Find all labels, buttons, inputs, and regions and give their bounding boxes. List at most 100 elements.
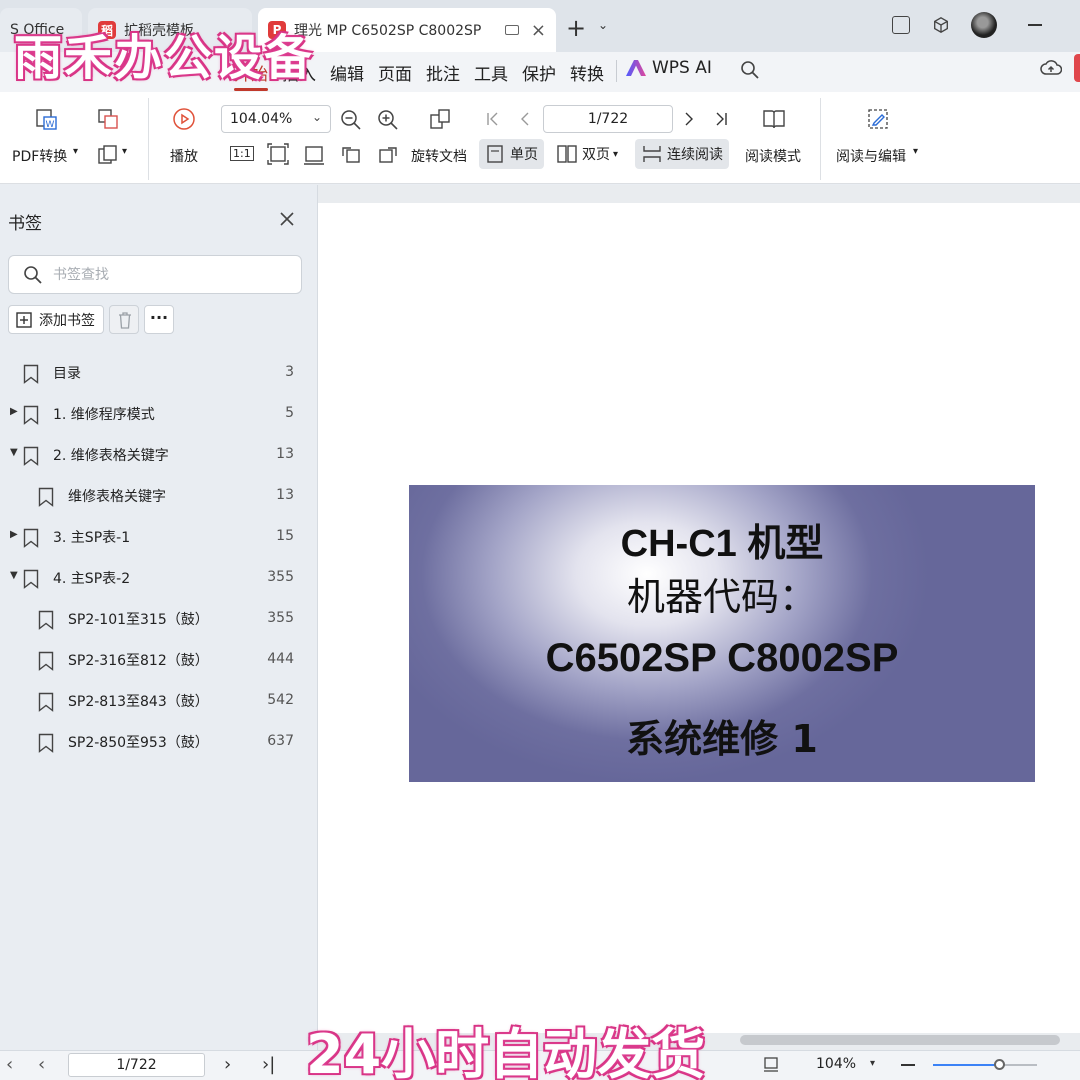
cube-icon[interactable] (932, 16, 950, 34)
bookmark-page-number: 355 (267, 610, 294, 626)
bookmark-label: 2. 维修表格关键字 (53, 448, 169, 464)
toolbar-separator (820, 98, 821, 180)
menu-convert[interactable]: 转换 (570, 60, 604, 85)
prev-page-icon[interactable] (516, 110, 534, 128)
bookmark-item[interactable]: SP2-316至812（鼓） 444 (0, 642, 310, 678)
last-page-icon[interactable] (712, 110, 730, 128)
chevron-down-icon[interactable]: ▾ (913, 146, 918, 157)
first-page-icon[interactable] (484, 110, 502, 128)
status-first-page-button[interactable]: ‹ (6, 1054, 13, 1075)
window-restore-icon[interactable] (892, 16, 910, 34)
page-number-input[interactable]: 1/722 (543, 105, 673, 133)
single-page-button[interactable]: 单页 (479, 139, 544, 169)
caret-right-icon[interactable]: ▶ (10, 529, 18, 540)
bookmark-item[interactable]: SP2-850至953（鼓） 637 (0, 724, 310, 760)
minimize-icon[interactable] (1028, 24, 1042, 26)
chevron-down-icon[interactable]: ▾ (122, 146, 127, 157)
bookmark-icon (23, 405, 39, 425)
bookmark-label: SP2-850至953（鼓） (68, 735, 209, 751)
read-and-edit-button[interactable]: 阅读与编辑 (836, 146, 906, 166)
search-icon[interactable] (740, 60, 760, 80)
bookmark-item[interactable]: 维修表格关键字 13 (0, 478, 310, 514)
bookmark-icon (23, 446, 39, 466)
close-icon[interactable] (278, 210, 296, 228)
read-mode-button[interactable]: 阅读模式 (745, 146, 801, 166)
bookmark-icon (23, 569, 39, 589)
rotate-right-icon[interactable] (376, 142, 400, 166)
menu-tools[interactable]: 工具 (474, 60, 508, 85)
chevron-down-icon[interactable]: ▾ (870, 1058, 875, 1069)
wps-ai-button[interactable]: WPS AI (626, 58, 712, 78)
zoom-out-icon[interactable] (339, 108, 363, 132)
close-tab-icon[interactable]: × (531, 20, 546, 41)
rotate-document-button[interactable]: 旋转文档 (411, 146, 467, 166)
fit-window-icon[interactable] (762, 1055, 780, 1073)
svg-text:W: W (46, 120, 55, 130)
bookmark-item[interactable]: ▶ 3. 主SP表-1 15 (0, 519, 310, 555)
fit-width-icon[interactable] (302, 142, 326, 166)
pdf-to-word-icon[interactable]: W (34, 107, 58, 131)
ribbon-toolbar (0, 92, 1080, 184)
book-icon[interactable] (762, 107, 786, 131)
zoom-out-icon[interactable] (901, 1064, 915, 1066)
image-convert-icon[interactable] (96, 107, 120, 131)
notification-badge[interactable] (1074, 54, 1080, 82)
bookmark-item[interactable]: ▼ 2. 维修表格关键字 13 (0, 437, 310, 473)
bookmark-page-number: 444 (267, 651, 294, 667)
bookmark-item[interactable]: SP2-101至315（鼓） 355 (0, 601, 310, 637)
rotate-document-icon[interactable] (428, 107, 452, 131)
more-options-button[interactable]: ··· (144, 305, 174, 334)
bookmark-search-input[interactable] (53, 264, 293, 286)
caret-right-icon[interactable]: ▶ (10, 406, 18, 417)
edit-pen-icon[interactable] (866, 107, 890, 131)
bookmark-panel-title: 书签 (8, 214, 42, 234)
bookmark-item[interactable]: ▶ 1. 维修程序模式 5 (0, 396, 310, 432)
status-next-page-button[interactable]: › (224, 1054, 231, 1075)
user-avatar[interactable] (971, 12, 997, 38)
zoom-value: 104.04% (230, 111, 293, 127)
chevron-down-icon: ▾ (613, 148, 619, 160)
bookmark-item[interactable]: SP2-813至843（鼓） 542 (0, 683, 310, 719)
status-prev-page-button[interactable]: ‹ (38, 1054, 45, 1075)
cloud-upload-icon[interactable] (1040, 58, 1062, 78)
double-page-button[interactable]: 双页 ▾ (550, 139, 624, 169)
status-zoom-value[interactable]: 104% (816, 1056, 856, 1072)
bookmark-search-box[interactable] (8, 255, 302, 294)
zoom-slider-handle[interactable] (994, 1059, 1005, 1070)
actual-size-button[interactable]: 1:1 (230, 146, 254, 161)
menu-edit[interactable]: 编辑 (330, 60, 364, 85)
status-page-input[interactable]: 1/722 (68, 1053, 205, 1077)
bookmark-page-number: 3 (285, 364, 294, 380)
caret-down-icon[interactable]: ▼ (10, 570, 18, 581)
delete-bookmark-button[interactable] (109, 305, 139, 334)
continuous-read-button[interactable]: 连续阅读 (635, 139, 729, 169)
menu-page[interactable]: 页面 (378, 60, 412, 85)
play-button[interactable]: 播放 (170, 146, 198, 166)
new-tab-button[interactable]: + (566, 14, 586, 42)
status-last-page-button[interactable]: ›| (262, 1054, 275, 1075)
monitor-icon[interactable] (504, 25, 519, 35)
caret-down-icon[interactable]: ▼ (10, 447, 18, 458)
zoom-in-icon[interactable] (376, 108, 400, 132)
cover-title-line1: CH-C1 机型 (620, 523, 824, 565)
menu-comment[interactable]: 批注 (426, 60, 460, 85)
bookmark-item[interactable]: ▼ 4. 主SP表-2 355 (0, 560, 310, 596)
next-page-icon[interactable] (680, 110, 698, 128)
zoom-slider-fill (933, 1064, 999, 1066)
bookmark-icon (23, 528, 39, 548)
menu-protect[interactable]: 保护 (522, 60, 556, 85)
zoom-select[interactable]: 104.04% ⌄ (221, 105, 331, 133)
add-bookmark-button[interactable]: 添加书签 (8, 305, 104, 334)
chevron-down-icon[interactable]: ⌄ (598, 18, 608, 32)
rotate-left-icon[interactable] (339, 142, 363, 166)
chevron-down-icon: ⌄ (311, 110, 322, 124)
cover-title-line2: 机器代码： (626, 575, 817, 619)
toolbar-separator (148, 98, 149, 180)
chevron-down-icon[interactable]: ▾ (73, 146, 78, 157)
play-icon[interactable] (172, 107, 196, 131)
horizontal-scrollbar[interactable] (740, 1035, 1060, 1045)
copy-format-icon[interactable] (96, 143, 120, 167)
fit-page-icon[interactable] (266, 142, 290, 166)
bookmark-item[interactable]: 目录 3 (0, 355, 310, 391)
pdf-convert-button[interactable]: PDF转换 (12, 146, 67, 166)
